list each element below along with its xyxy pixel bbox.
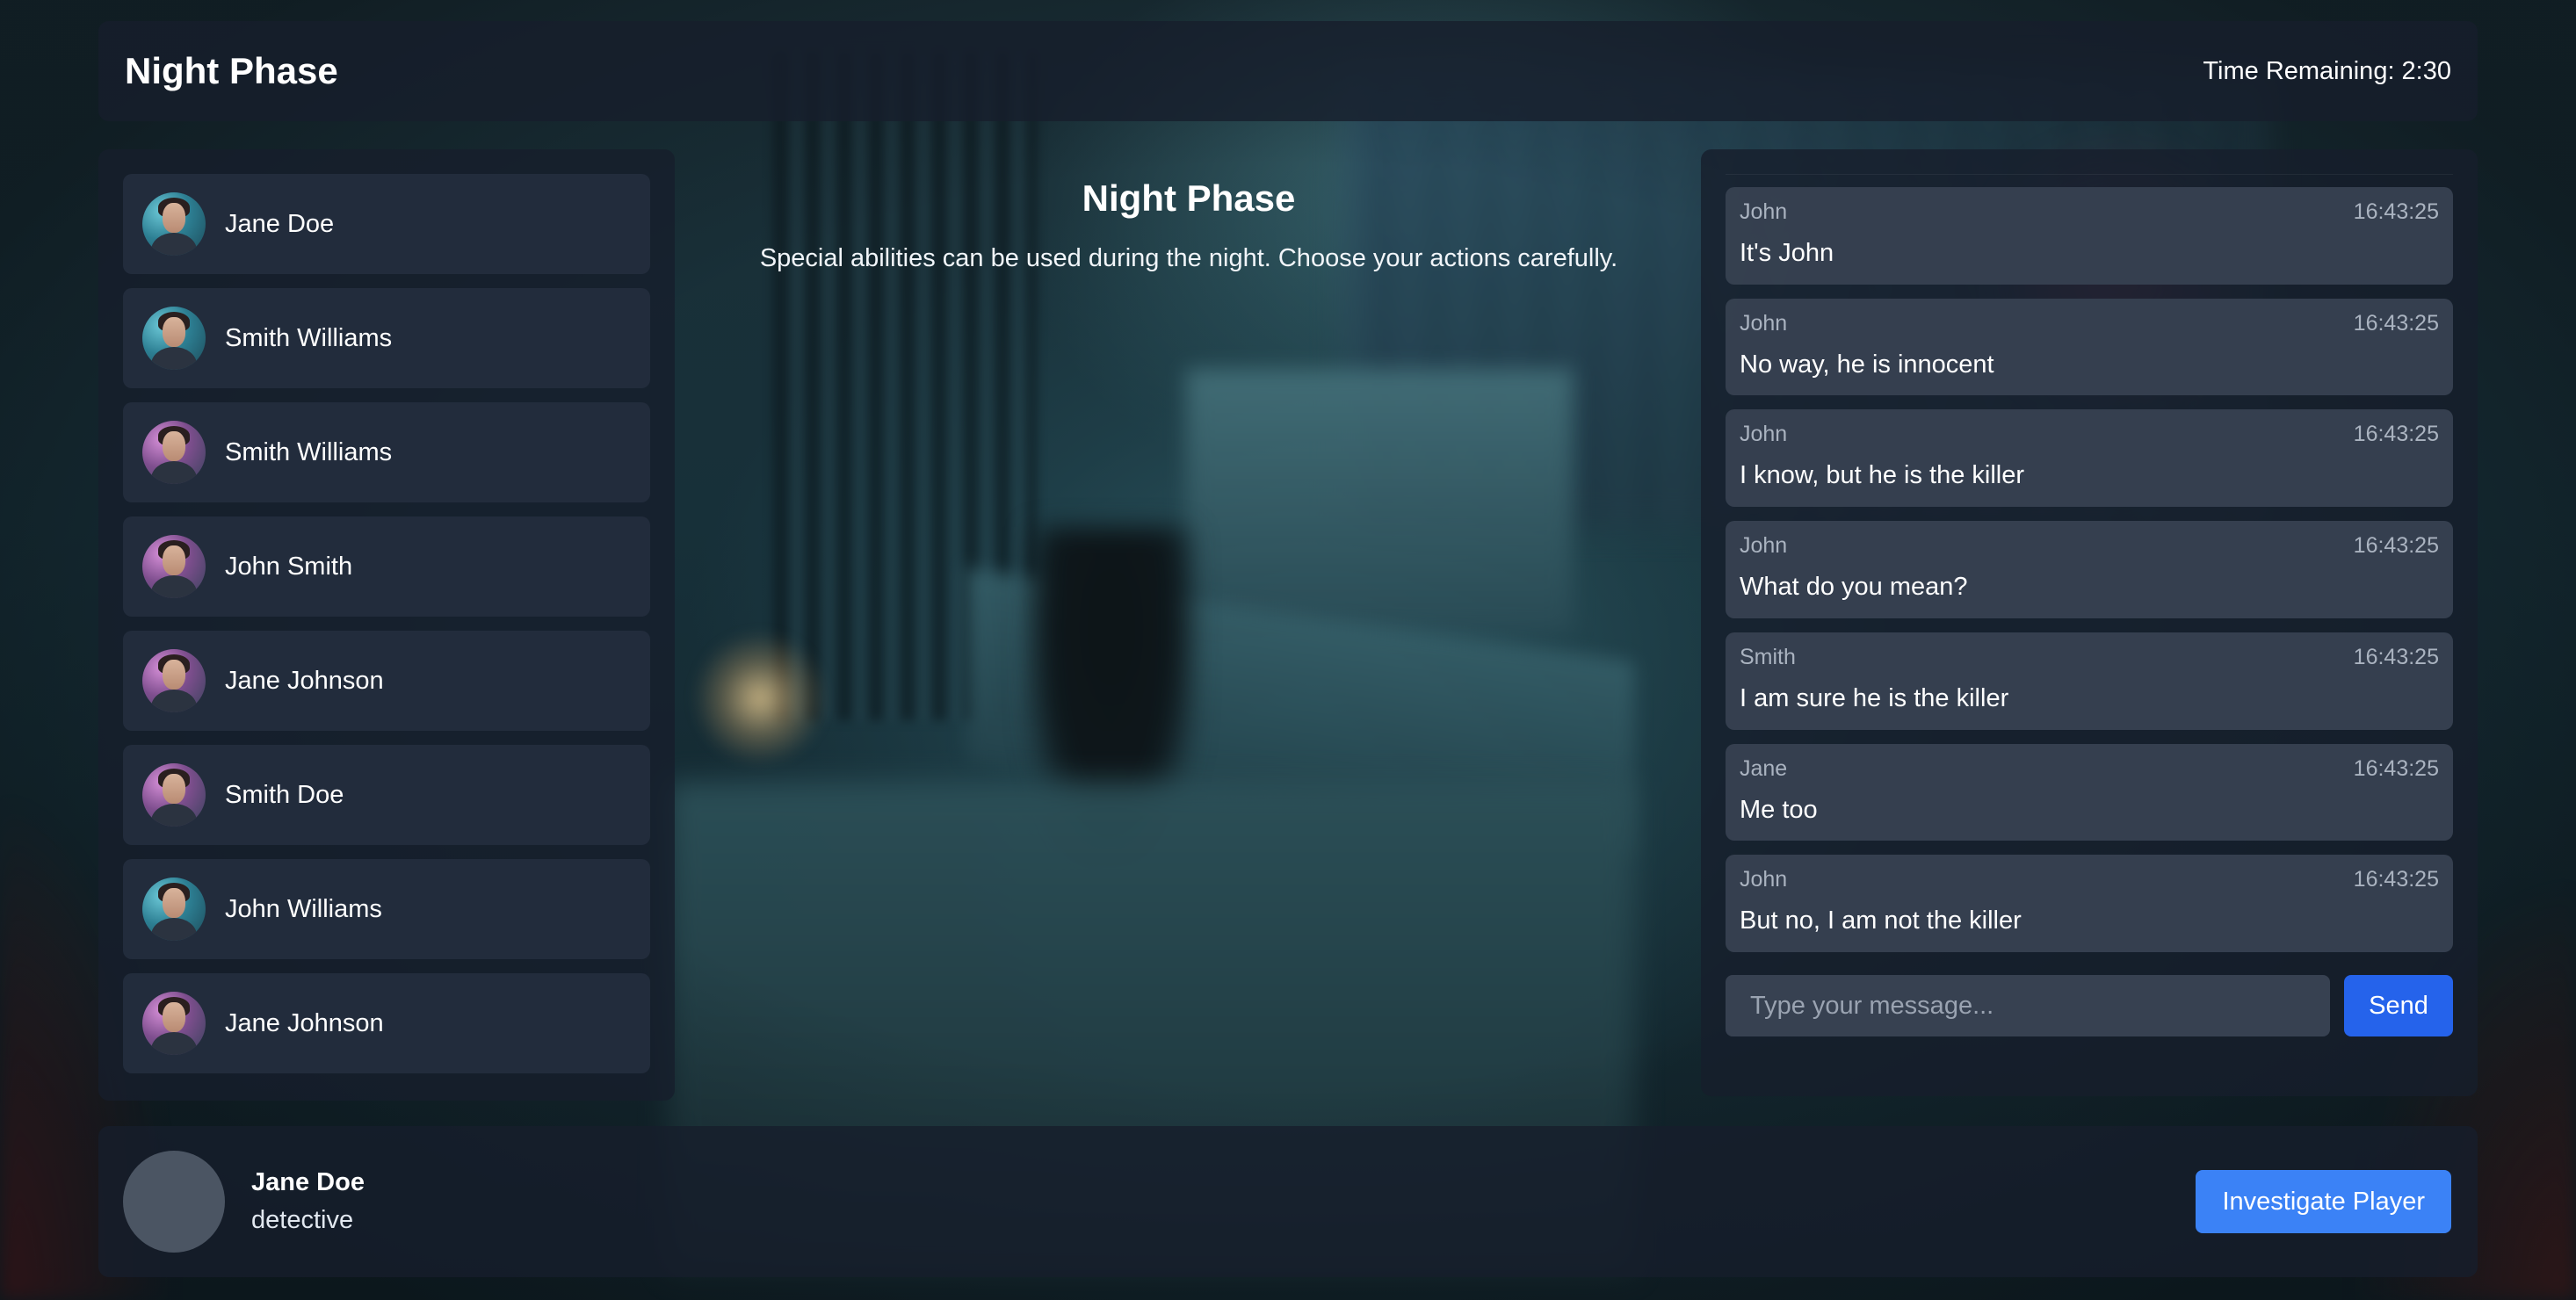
current-player-info: Jane Doe detective bbox=[251, 1168, 365, 1235]
phase-info: Night Phase Special abilities can be use… bbox=[675, 149, 1703, 273]
message-text: I know, but he is the killer bbox=[1740, 461, 2024, 490]
message-text: Me too bbox=[1740, 795, 1818, 824]
avatar bbox=[123, 1151, 225, 1253]
message-time: 16:43:25 bbox=[2353, 867, 2439, 892]
message-sender: John bbox=[1740, 867, 1788, 892]
female-cyberpunk-portrait-icon bbox=[142, 763, 206, 827]
message-time: 16:43:25 bbox=[2353, 644, 2439, 669]
player-name: Jane Doe bbox=[225, 209, 335, 238]
player-card[interactable]: Smith Williams bbox=[123, 402, 650, 502]
game-header: Night Phase Time Remaining: 2:30 bbox=[98, 21, 2478, 121]
message-sender: John bbox=[1740, 310, 1788, 336]
phase-description: Special abilities can be used during the… bbox=[759, 244, 1618, 272]
message-time: 16:43:25 bbox=[2353, 755, 2439, 781]
player-card[interactable]: Jane Johnson bbox=[123, 973, 650, 1073]
player-name: John Williams bbox=[225, 894, 382, 923]
player-card[interactable]: Jane Doe bbox=[123, 174, 650, 274]
player-name: Smith Doe bbox=[225, 780, 344, 809]
chat-panel: John 16:43:25 It's John John 16:43:25 No… bbox=[1701, 149, 2478, 1096]
message-sender: Smith bbox=[1740, 644, 1796, 669]
player-name: Jane Johnson bbox=[225, 666, 384, 695]
chat-message: John 16:43:25 It's John bbox=[1726, 187, 2453, 285]
chat-message: John 16:43:25 What do you mean? bbox=[1726, 521, 2453, 618]
current-player-bar: Jane Doe detective Investigate Player bbox=[98, 1126, 2478, 1277]
time-remaining: Time Remaining: 2:30 bbox=[2203, 56, 2451, 85]
message-text: No way, he is innocent bbox=[1740, 350, 1994, 379]
chat-messages[interactable]: John 16:43:25 It's John John 16:43:25 No… bbox=[1726, 174, 2453, 953]
investigate-player-button[interactable]: Investigate Player bbox=[2196, 1170, 2451, 1233]
message-text: But no, I am not the killer bbox=[1740, 906, 2022, 935]
message-time: 16:43:25 bbox=[2353, 199, 2439, 224]
female-cyberpunk-portrait-icon bbox=[142, 535, 206, 598]
player-list: Jane Doe Smith Williams Smith Williams J… bbox=[98, 149, 675, 1101]
player-card[interactable]: Jane Johnson bbox=[123, 631, 650, 731]
send-button[interactable]: Send bbox=[2344, 975, 2453, 1036]
phase-title: Night Phase bbox=[1082, 177, 1296, 219]
player-name: Smith Williams bbox=[225, 323, 393, 352]
message-input[interactable] bbox=[1726, 975, 2330, 1036]
chat-message: Jane 16:43:25 Me too bbox=[1726, 743, 2453, 841]
player-card[interactable]: Smith Williams bbox=[123, 288, 650, 388]
player-card[interactable]: Smith Doe bbox=[123, 745, 650, 845]
phase-header-title: Night Phase bbox=[125, 50, 338, 91]
player-name: Jane Johnson bbox=[225, 1008, 384, 1037]
chat-message: John 16:43:25 No way, he is innocent bbox=[1726, 298, 2453, 396]
player-name: Smith Williams bbox=[225, 437, 393, 466]
message-sender: Jane bbox=[1740, 755, 1788, 781]
current-player-name: Jane Doe bbox=[251, 1168, 365, 1196]
message-sender: John bbox=[1740, 422, 1788, 447]
message-sender: John bbox=[1740, 533, 1788, 559]
message-text: It's John bbox=[1740, 239, 1834, 267]
male-cyberpunk-portrait-icon bbox=[142, 192, 206, 256]
chat-message: Smith 16:43:25 I am sure he is the kille… bbox=[1726, 632, 2453, 730]
message-time: 16:43:25 bbox=[2353, 310, 2439, 336]
chat-message: John 16:43:25 But no, I am not the kille… bbox=[1726, 855, 2453, 953]
message-time: 16:43:25 bbox=[2353, 422, 2439, 447]
message-text: What do you mean? bbox=[1740, 573, 1968, 602]
male-cyberpunk-portrait-icon bbox=[142, 307, 206, 370]
player-name: John Smith bbox=[225, 552, 353, 581]
female-cyberpunk-portrait-icon bbox=[142, 649, 206, 712]
male-cyberpunk-portrait-icon bbox=[142, 878, 206, 941]
message-time: 16:43:25 bbox=[2353, 533, 2439, 559]
female-cyberpunk-portrait-icon bbox=[142, 992, 206, 1055]
message-sender: John bbox=[1740, 199, 1788, 224]
chat-message: John 16:43:25 I know, but he is the kill… bbox=[1726, 409, 2453, 508]
chat-compose: Send bbox=[1726, 975, 2453, 1036]
message-text: I am sure he is the killer bbox=[1740, 683, 2009, 712]
female-cyberpunk-portrait-icon bbox=[142, 421, 206, 484]
player-card[interactable]: John Williams bbox=[123, 859, 650, 959]
current-player-role: detective bbox=[251, 1206, 354, 1234]
player-card[interactable]: John Smith bbox=[123, 516, 650, 617]
